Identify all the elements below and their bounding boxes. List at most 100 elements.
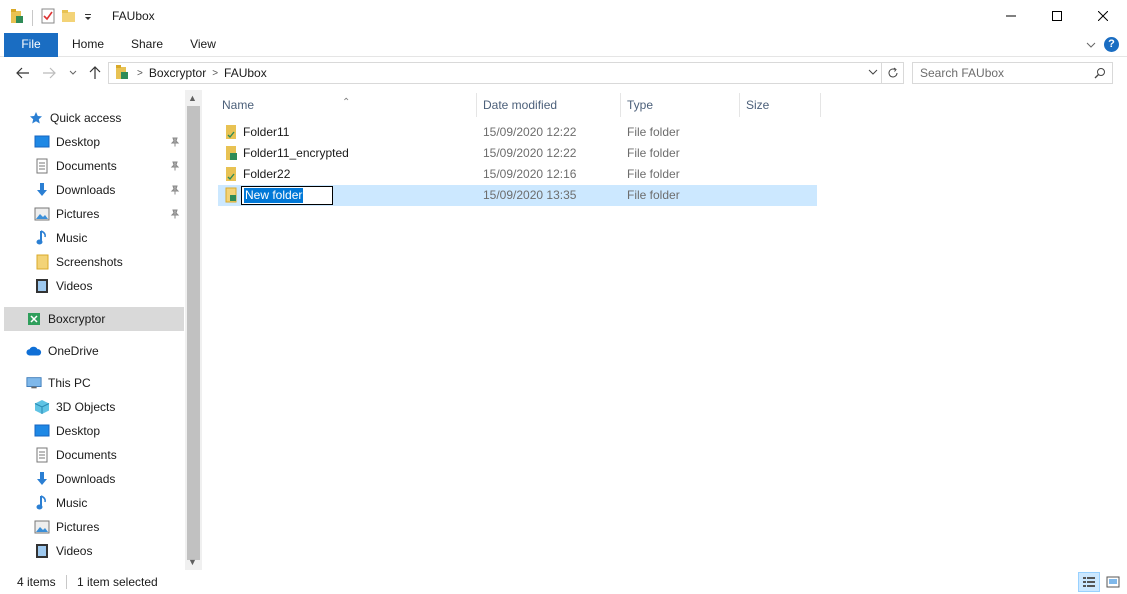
properties-icon[interactable] [41, 8, 55, 27]
pin-icon[interactable] [170, 160, 180, 174]
selection-count: 1 item selected [77, 575, 158, 589]
sidebar-item-music-pc[interactable]: Music [34, 491, 184, 515]
details-view-icon [1083, 577, 1095, 587]
sidebar-item-screenshots[interactable]: Screenshots [34, 250, 184, 274]
sidebar-item-label: Boxcryptor [48, 312, 106, 326]
sidebar-item-this-pc[interactable]: This PC [26, 371, 176, 395]
boxcryptor-folder-icon [10, 8, 24, 27]
file-name: Folder11 [243, 125, 290, 139]
sidebar-item-onedrive[interactable]: OneDrive [26, 339, 176, 363]
folder-icon [34, 254, 50, 270]
file-row-folder11[interactable]: Folder11 15/09/2020 12:22 File folder [218, 122, 817, 143]
sidebar-item-label: Music [56, 231, 88, 245]
rename-input[interactable]: New folder [241, 186, 333, 205]
synced-folder-icon [224, 124, 238, 143]
details-view-button[interactable] [1078, 572, 1100, 592]
desktop-icon [34, 423, 50, 439]
breadcrumb-boxcryptor[interactable]: Boxcryptor [149, 66, 206, 80]
ribbon: File Home Share View ? [0, 33, 1127, 57]
tab-share[interactable]: Share [126, 33, 168, 57]
sidebar-item-label: Desktop [56, 424, 101, 438]
status-separator [66, 575, 67, 589]
pictures-icon [34, 206, 50, 222]
navigation-pane: Quick access Desktop Documents Downloads… [0, 90, 202, 570]
column-header-type[interactable]: Type [619, 93, 740, 117]
pin-icon[interactable] [170, 184, 180, 198]
up-button[interactable] [86, 64, 104, 82]
sidebar-item-3d-objects[interactable]: 3D Objects [34, 395, 184, 419]
back-button[interactable] [14, 64, 32, 82]
maximize-button[interactable] [1034, 0, 1080, 32]
column-header-size[interactable]: Size [738, 93, 821, 117]
minimize-button[interactable] [988, 0, 1034, 32]
arrow-left-icon [16, 67, 29, 79]
boxcryptor-folder-icon [115, 64, 129, 83]
help-icon[interactable]: ? [1104, 37, 1119, 52]
sidebar-item-pictures-pc[interactable]: Pictures [34, 515, 184, 539]
desktop-icon [34, 134, 50, 150]
file-type: File folder [627, 167, 680, 181]
search-input[interactable] [920, 66, 1090, 80]
scroll-up-icon[interactable]: ▲ [188, 93, 197, 103]
search-icon[interactable] [1094, 67, 1106, 82]
file-row-folder22[interactable]: Folder22 15/09/2020 12:16 File folder [218, 164, 817, 185]
new-folder-icon[interactable] [61, 9, 77, 26]
downloads-icon [34, 471, 50, 487]
sidebar-item-music[interactable]: Music [34, 226, 184, 250]
videos-icon [34, 543, 50, 559]
file-date: 15/09/2020 12:22 [483, 146, 577, 160]
sidebar-scrollbar-thumb[interactable] [187, 106, 200, 560]
forward-button[interactable] [40, 64, 58, 82]
sidebar-item-label: Documents [56, 448, 117, 462]
breadcrumb-faubox[interactable]: FAUbox [224, 66, 267, 80]
sidebar-item-label: Quick access [50, 111, 122, 125]
sidebar-item-desktop-pc[interactable]: Desktop [34, 419, 184, 443]
sidebar-item-label: Videos [56, 544, 93, 558]
arrow-up-icon [89, 66, 101, 79]
sidebar-item-documents-pc[interactable]: Documents [34, 443, 184, 467]
tab-file[interactable]: File [4, 33, 58, 57]
sidebar-item-downloads[interactable]: Downloads [34, 178, 184, 202]
encrypted-folder-icon [224, 187, 238, 206]
pin-icon[interactable] [170, 136, 180, 150]
expand-ribbon-icon[interactable] [1086, 38, 1096, 52]
boxcryptor-icon [26, 311, 42, 327]
sidebar-item-label: Screenshots [56, 255, 123, 269]
sidebar-item-label: Desktop [56, 135, 101, 149]
file-row-new-folder[interactable]: New folder 15/09/2020 13:35 File folder [218, 185, 817, 206]
column-header-date-modified[interactable]: Date modified [475, 93, 621, 117]
file-row-folder11-encrypted[interactable]: Folder11_encrypted 15/09/2020 12:22 File… [218, 143, 817, 164]
tab-view[interactable]: View [184, 33, 222, 57]
file-date: 15/09/2020 12:16 [483, 167, 577, 181]
sidebar-item-boxcryptor[interactable]: Boxcryptor [4, 307, 184, 331]
music-icon [34, 495, 50, 511]
file-type: File folder [627, 146, 680, 160]
sidebar-item-documents[interactable]: Documents [34, 154, 184, 178]
refresh-icon [888, 67, 897, 78]
column-header-label: Size [746, 98, 770, 112]
close-button[interactable] [1080, 0, 1126, 32]
search-box[interactable] [912, 62, 1113, 84]
navigation-bar: > Boxcryptor > FAUbox [0, 57, 1127, 90]
pictures-icon [34, 519, 50, 535]
sidebar-item-pictures[interactable]: Pictures [34, 202, 184, 226]
sidebar-item-downloads-pc[interactable]: Downloads [34, 467, 184, 491]
scroll-down-icon[interactable]: ▼ [188, 557, 197, 567]
breadcrumb-separator: > [212, 67, 219, 79]
sidebar-item-quick-access[interactable]: Quick access [28, 106, 178, 130]
tab-home[interactable]: Home [66, 33, 110, 57]
sidebar-item-videos[interactable]: Videos [34, 274, 184, 298]
pin-icon[interactable] [170, 208, 180, 222]
sidebar-item-desktop[interactable]: Desktop [34, 130, 184, 154]
customize-toolbar-icon[interactable] [83, 11, 93, 25]
recent-locations-button[interactable] [64, 64, 82, 82]
address-dropdown-icon[interactable] [867, 66, 879, 81]
file-type: File folder [627, 188, 680, 202]
column-header-name[interactable]: Name ⌃ [214, 93, 477, 117]
large-icons-view-button[interactable] [1102, 572, 1124, 592]
refresh-button[interactable] [882, 62, 904, 84]
address-bar[interactable]: > Boxcryptor > FAUbox [108, 62, 882, 84]
synced-folder-icon [224, 166, 238, 185]
column-header-label: Name [222, 98, 255, 112]
sidebar-item-videos-pc[interactable]: Videos [34, 539, 184, 563]
